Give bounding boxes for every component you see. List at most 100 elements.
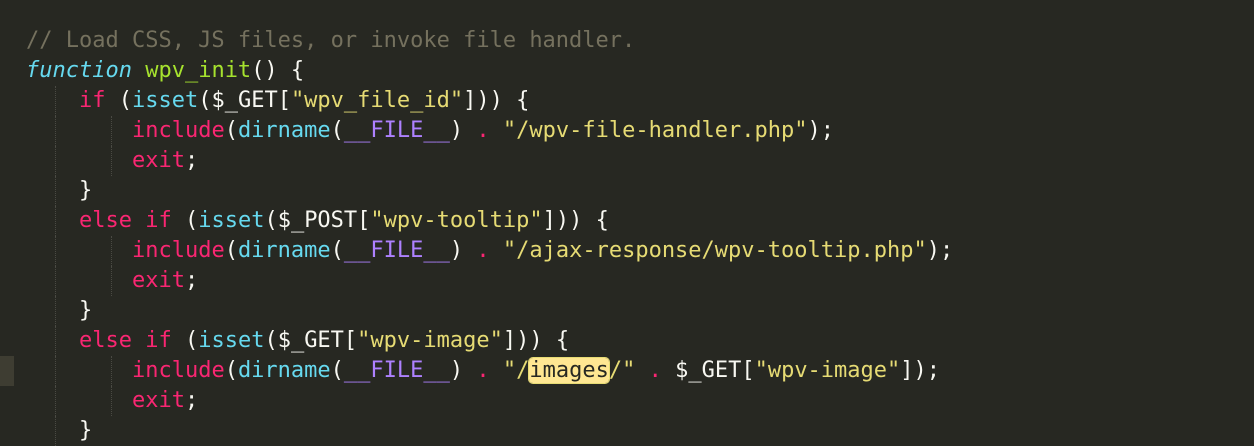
code-line-13: exit;: [26, 386, 1254, 416]
string-token: "/ajax-response/wpv-tooltip.php": [502, 238, 927, 263]
builtin-token: isset: [198, 328, 265, 353]
operator-token: .: [476, 238, 490, 263]
punctuation-token: ;: [184, 148, 199, 173]
indent-guide: [55, 146, 56, 176]
keyword-token: function: [26, 58, 132, 83]
code-line-8: include(dirname(__FILE__) . "/ajax-respo…: [26, 236, 1254, 266]
punctuation-token: (: [330, 238, 344, 263]
operator-token: .: [476, 118, 490, 143]
string-token: "wpv-image": [754, 358, 901, 383]
operator-token: .: [648, 358, 662, 383]
code-line-12: include(dirname(__FILE__) . "/images/" .…: [26, 356, 1254, 386]
builtin-token: isset: [198, 208, 265, 233]
code-line-1: // Load CSS, JS files, or invoke file ha…: [26, 26, 1254, 56]
punctuation-token: ($_GET[: [198, 88, 291, 113]
comment-token: // Load CSS, JS files, or invoke file ha…: [26, 28, 636, 53]
indent-guide: [111, 146, 112, 176]
punctuation-token: ])) {: [542, 208, 609, 233]
function-name-token: wpv_init: [145, 58, 252, 83]
punctuation-token: (: [171, 208, 199, 233]
indent-guide: [55, 236, 56, 266]
indent-guide: [55, 326, 56, 356]
string-token: "wpv-image": [357, 328, 503, 353]
code-line-10: }: [26, 296, 1254, 326]
punctuation-token: );: [807, 118, 835, 143]
code-area[interactable]: // Load CSS, JS files, or invoke file ha…: [26, 26, 1254, 446]
keyword-token: exit: [131, 268, 185, 293]
punctuation-token: ($_GET[: [264, 328, 358, 353]
punctuation-token: (: [171, 328, 199, 353]
code-line-3: if (isset($_GET["wpv_file_id"])) {: [26, 86, 1254, 116]
brace-token: }: [78, 418, 93, 443]
string-token: /": [608, 358, 636, 383]
punctuation-token: ])) {: [502, 328, 570, 353]
indent-guide: [55, 296, 56, 326]
builtin-token: include: [131, 358, 225, 383]
indent-guide: [55, 356, 56, 386]
code-line-5: exit;: [26, 146, 1254, 176]
keyword-token: if: [78, 88, 106, 113]
keyword-token: if: [145, 208, 172, 233]
builtin-token: dirname: [237, 358, 331, 383]
builtin-token: include: [131, 238, 225, 263]
indent-guide: [111, 356, 112, 386]
punctuation-token: (: [224, 238, 238, 263]
code-line-14: }: [26, 416, 1254, 446]
constant-token: __FILE__: [343, 358, 450, 383]
code-line-6: }: [26, 176, 1254, 206]
punctuation-token: ): [449, 238, 477, 263]
builtin-token: dirname: [237, 118, 331, 143]
builtin-token: dirname: [237, 238, 331, 263]
punctuation-token: (: [330, 118, 344, 143]
code-line-11: else if (isset($_GET["wpv-image"])) {: [26, 326, 1254, 356]
punctuation-token: $_GET[: [661, 358, 755, 383]
indent-guide: [111, 236, 112, 266]
punctuation-token: (: [224, 358, 238, 383]
punctuation-token: () {: [251, 58, 305, 83]
find-highlight-match[interactable]: images: [529, 358, 609, 383]
indent-guide: [55, 86, 56, 116]
indent-guide: [55, 266, 56, 296]
punctuation-token: ): [449, 118, 477, 143]
punctuation-token: ;: [184, 388, 199, 413]
brace-token: }: [78, 178, 93, 203]
keyword-token: else: [78, 208, 132, 233]
constant-token: __FILE__: [343, 238, 450, 263]
punctuation-token: ])) {: [463, 88, 530, 113]
keyword-token: if: [145, 328, 172, 353]
code-line-9: exit;: [26, 266, 1254, 296]
operator-token: .: [476, 358, 490, 383]
indent-guide: [55, 386, 56, 416]
gutter-current-line-marker: [0, 356, 14, 386]
code-line-4: include(dirname(__FILE__) . "/wpv-file-h…: [26, 116, 1254, 146]
string-token: "wpv_file_id": [290, 88, 464, 113]
code-editor[interactable]: // Load CSS, JS files, or invoke file ha…: [0, 0, 1254, 446]
indent-guide: [111, 386, 112, 416]
string-token: "/: [502, 358, 530, 383]
keyword-token: exit: [131, 148, 185, 173]
keyword-token: exit: [131, 388, 185, 413]
punctuation-token: (: [224, 118, 238, 143]
punctuation-token: ;: [184, 268, 199, 293]
code-line-7: else if (isset($_POST["wpv-tooltip"])) {: [26, 206, 1254, 236]
punctuation-token: (: [105, 88, 132, 113]
punctuation-token: );: [926, 238, 954, 263]
indent-guide: [55, 416, 56, 446]
indent-guide: [111, 266, 112, 296]
indent-guide: [55, 176, 56, 206]
constant-token: __FILE__: [343, 118, 450, 143]
punctuation-token: ]);: [900, 358, 941, 383]
indent-guide: [55, 116, 56, 146]
builtin-token: isset: [131, 88, 199, 113]
string-token: "wpv-tooltip": [370, 208, 543, 233]
indent-guide: [55, 206, 56, 236]
punctuation-token: ($_POST[: [264, 208, 371, 233]
punctuation-token: (: [330, 358, 344, 383]
builtin-token: include: [131, 118, 225, 143]
